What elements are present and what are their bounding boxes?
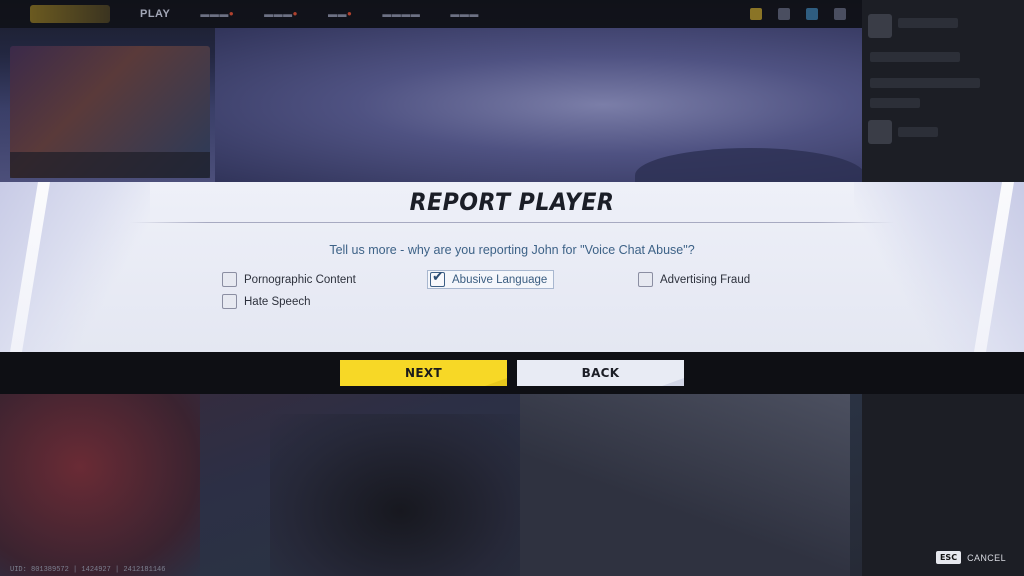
notification-icon xyxy=(778,8,790,20)
checkbox[interactable] xyxy=(222,294,237,309)
cancel-label: CANCEL xyxy=(967,552,1006,563)
modal-title: REPORT PLAYER xyxy=(409,188,615,216)
checkmark-icon: ✔ xyxy=(432,269,444,285)
scene-shape xyxy=(0,394,200,576)
promo-card xyxy=(10,46,210,178)
cancel-button[interactable]: ESC CANCEL xyxy=(935,551,1006,564)
nav-item-play: PLAY xyxy=(140,8,171,20)
option-advertising-fraud[interactable]: Advertising Fraud xyxy=(638,272,750,287)
game-logo xyxy=(30,5,110,23)
option-label: Advertising Fraud xyxy=(660,273,751,286)
report-player-modal: REPORT PLAYER Tell us more - why are you… xyxy=(0,182,1024,352)
back-button[interactable]: BACK xyxy=(517,360,684,386)
player-avatar xyxy=(868,14,892,38)
checkbox-checked[interactable]: ✔ xyxy=(430,269,445,287)
option-label: Pornographic Content xyxy=(244,273,356,286)
option-abusive-language[interactable]: ✔ Abusive Language xyxy=(427,269,555,289)
side-row xyxy=(870,78,980,88)
next-button[interactable]: NEXT xyxy=(340,360,507,386)
option-label: Hate Speech xyxy=(244,295,311,308)
nav-item-5: ▬▬▬▬ xyxy=(382,9,421,19)
background-bottom xyxy=(0,394,862,576)
esc-key-icon: ESC xyxy=(935,551,962,564)
uid-text: UID: 801389572 | 1424927 | 2412181146 xyxy=(10,566,166,574)
side-row xyxy=(898,18,958,28)
side-row xyxy=(870,98,920,108)
action-bar: NEXT BACK xyxy=(0,352,1024,394)
option-label: Abusive Language xyxy=(452,273,548,286)
option-hate-speech[interactable]: Hate Speech xyxy=(222,294,311,309)
hero-banner xyxy=(215,28,865,203)
report-question: Tell us more - why are you reporting Joh… xyxy=(329,243,695,257)
nav-right-icons xyxy=(750,8,862,20)
promo-strip xyxy=(10,152,210,178)
currency-icon xyxy=(750,8,762,20)
scene-shape xyxy=(270,414,530,576)
settings-icon xyxy=(834,8,846,20)
top-nav-bar: PLAY ▬▬▬● ▬▬▬● ▬▬● ▬▬▬▬ ▬▬▬ xyxy=(0,0,862,28)
title-divider xyxy=(130,222,894,223)
side-row xyxy=(870,52,960,62)
nav-item-3: ▬▬▬● xyxy=(264,9,299,19)
checkbox[interactable] xyxy=(638,272,653,287)
scene-shape xyxy=(520,394,850,576)
nav-item-2: ▬▬▬● xyxy=(200,9,235,19)
friends-icon xyxy=(806,8,818,20)
side-row xyxy=(898,127,938,137)
nav-item-6: ▬▬▬ xyxy=(450,9,479,19)
option-pornographic-content[interactable]: Pornographic Content xyxy=(222,272,356,287)
nav-item-4: ▬▬● xyxy=(328,9,353,19)
checkbox[interactable] xyxy=(222,272,237,287)
friend-avatar xyxy=(868,120,892,144)
